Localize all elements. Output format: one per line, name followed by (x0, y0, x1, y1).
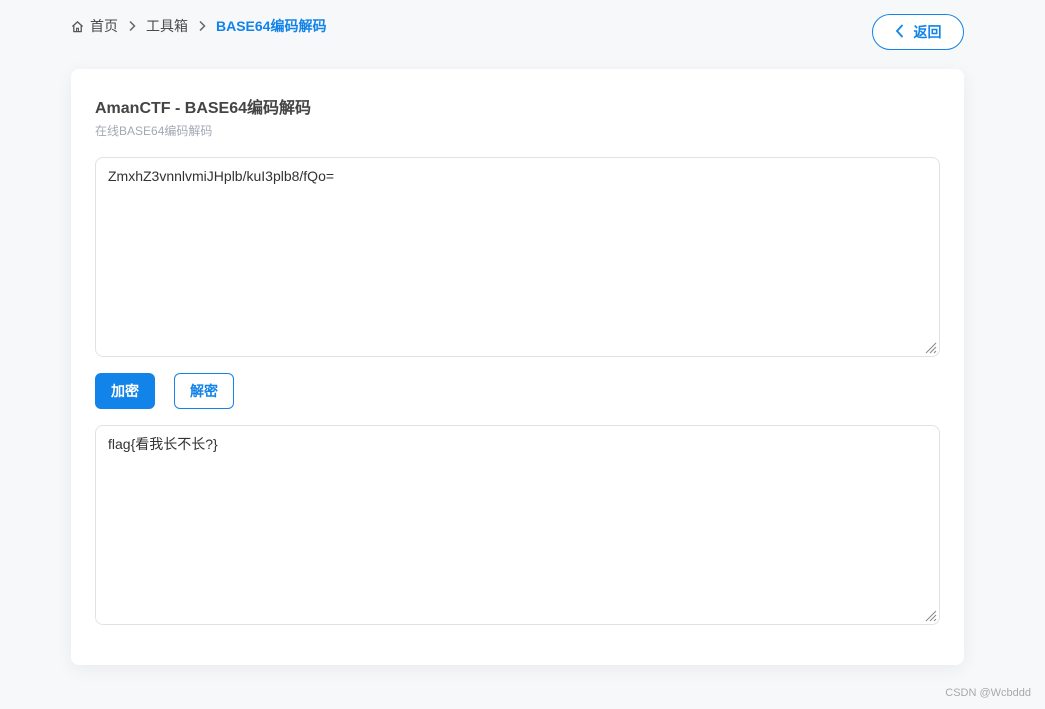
breadcrumb-home-label: 首页 (90, 18, 118, 34)
chevron-right-icon (198, 20, 206, 32)
breadcrumb: 首页 工具箱 BASE64编码解码 (71, 16, 326, 36)
tool-card: AmanCTF - BASE64编码解码 在线BASE64编码解码 ZmxhZ3… (71, 69, 964, 665)
breadcrumb-toolbox-label: 工具箱 (146, 18, 188, 34)
page-subtitle: 在线BASE64编码解码 (95, 124, 213, 138)
breadcrumb-home[interactable]: 首页 (71, 16, 118, 36)
breadcrumb-current-label: BASE64编码解码 (216, 18, 327, 34)
page-title: AmanCTF - BASE64编码解码 (95, 100, 312, 117)
back-button-label: 返回 (913, 24, 942, 40)
output-textarea-container: flag{看我长不长?} (95, 425, 940, 625)
encode-button[interactable]: 加密 (95, 373, 155, 409)
decode-button[interactable]: 解密 (174, 373, 234, 409)
back-button[interactable]: 返回 (872, 14, 964, 50)
resize-handle-icon[interactable] (923, 340, 937, 354)
output-textarea[interactable]: flag{看我长不长?} (96, 426, 939, 624)
breadcrumb-current: BASE64编码解码 (216, 16, 326, 36)
input-textarea[interactable]: ZmxhZ3vnnlvmiJHplb/kuI3plb8/fQo= (96, 158, 939, 356)
home-icon (71, 20, 84, 33)
watermark: CSDN @Wcbddd (945, 687, 1031, 699)
chevron-right-icon (128, 20, 136, 32)
input-textarea-container: ZmxhZ3vnnlvmiJHplb/kuI3plb8/fQo= (95, 157, 940, 357)
chevron-left-icon (895, 24, 904, 41)
top-bar: 首页 工具箱 BASE64编码解码 返回 (0, 0, 1045, 60)
breadcrumb-toolbox[interactable]: 工具箱 (146, 16, 188, 36)
resize-handle-icon[interactable] (923, 608, 937, 622)
